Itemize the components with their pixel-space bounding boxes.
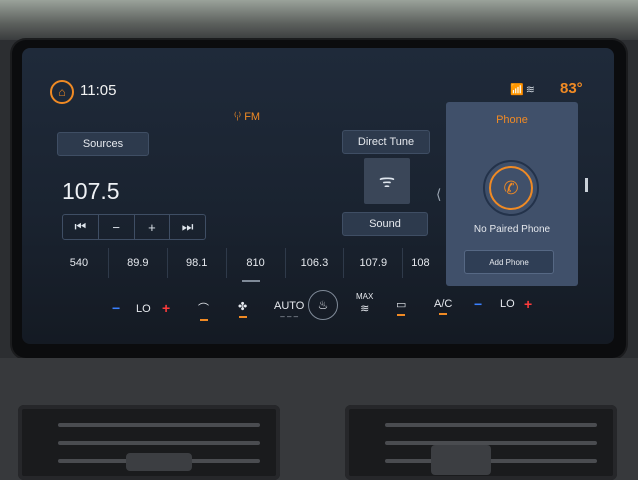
scroll-indicator (585, 178, 588, 192)
ac-button[interactable]: A/C (434, 298, 452, 315)
ac-label: A/C (434, 298, 453, 310)
defrost-icon: ≋ (360, 303, 370, 315)
direct-tune-button[interactable]: Direct Tune (342, 130, 430, 154)
air-vent-left (18, 405, 280, 480)
phone-panel: Phone ✆ No Paired Phone Add Phone (446, 102, 578, 286)
passenger-temp-up-button[interactable]: + (524, 296, 532, 312)
air-vent-right (345, 405, 617, 480)
sources-button[interactable]: Sources (57, 132, 149, 156)
radio-wave-icon: ⁽ᵢ⁾ (234, 111, 242, 123)
driver-temp: LO (136, 303, 151, 315)
wifi-icon: ≋ (525, 84, 537, 96)
max-label: MAX (356, 292, 374, 301)
preset-bar: 540 89.9 98.1 810 106.3 107.9 108 (50, 248, 446, 278)
phone-signal-icon: 📶 (510, 84, 526, 96)
rear-defrost-icon[interactable]: ▭ (396, 298, 406, 316)
band-indicator: ⁽ᵢ⁾ FM (234, 110, 260, 123)
seek-controls: ⏮ − + ⏭ (62, 214, 206, 240)
max-defrost-button[interactable]: MAX ≋ (356, 290, 373, 315)
page-indicator (242, 280, 260, 282)
auto-climate-button[interactable]: AUTO – – – (274, 300, 304, 321)
passenger-temp-down-button[interactable]: − (474, 296, 482, 312)
band-label: FM (244, 111, 261, 123)
panel-collapse-icon[interactable]: ⟨ (436, 186, 441, 203)
preset-button[interactable]: 108 (403, 248, 446, 278)
fan-icon[interactable]: ✤ (238, 300, 247, 318)
home-icon[interactable]: ⌂ (50, 80, 74, 104)
preset-button[interactable]: 98.1 (168, 248, 227, 278)
tune-up-button[interactable]: + (135, 215, 171, 239)
vent-knob (126, 453, 192, 471)
phone-title: Phone (496, 114, 528, 126)
phone-ring: ✆ (483, 160, 539, 216)
seek-prev-icon[interactable]: ⏮ (63, 215, 99, 239)
auto-label: AUTO (274, 300, 305, 312)
add-phone-button[interactable]: Add Phone (464, 250, 554, 274)
infotainment-screen: ⌂ 11:05 📶≋ 83° ⁽ᵢ⁾ FM Sources Direct Tun… (22, 48, 614, 344)
preset-button[interactable]: 107.9 (344, 248, 404, 278)
seat-heat-icon[interactable]: ⌒ (198, 300, 209, 321)
current-frequency: 107.5 (62, 178, 120, 204)
preset-button[interactable]: 540 (50, 248, 109, 278)
clock: 11:05 (80, 82, 117, 99)
passenger-temp: LO (500, 298, 515, 310)
driver-temp-down-button[interactable]: − (112, 300, 120, 316)
sound-button[interactable]: Sound (342, 212, 428, 236)
seek-next-icon[interactable]: ⏭ (170, 215, 205, 239)
phone-icon[interactable]: ✆ (489, 166, 533, 210)
driver-temp-up-button[interactable]: + (162, 300, 170, 316)
preset-button[interactable]: 810 (227, 248, 286, 278)
signal-tower-icon[interactable]: ᯤ (364, 158, 410, 204)
outside-temperature: 83° (560, 80, 583, 97)
phone-status: No Paired Phone (473, 224, 551, 235)
preset-button[interactable]: 89.9 (109, 248, 168, 278)
tune-down-button[interactable]: − (99, 215, 135, 239)
windshield-view (0, 0, 638, 40)
preset-button[interactable]: 106.3 (286, 248, 345, 278)
vent-knob (431, 445, 491, 475)
airflow-mode-icon[interactable]: ♨ (308, 290, 338, 320)
status-icons: 📶≋ (510, 83, 537, 96)
